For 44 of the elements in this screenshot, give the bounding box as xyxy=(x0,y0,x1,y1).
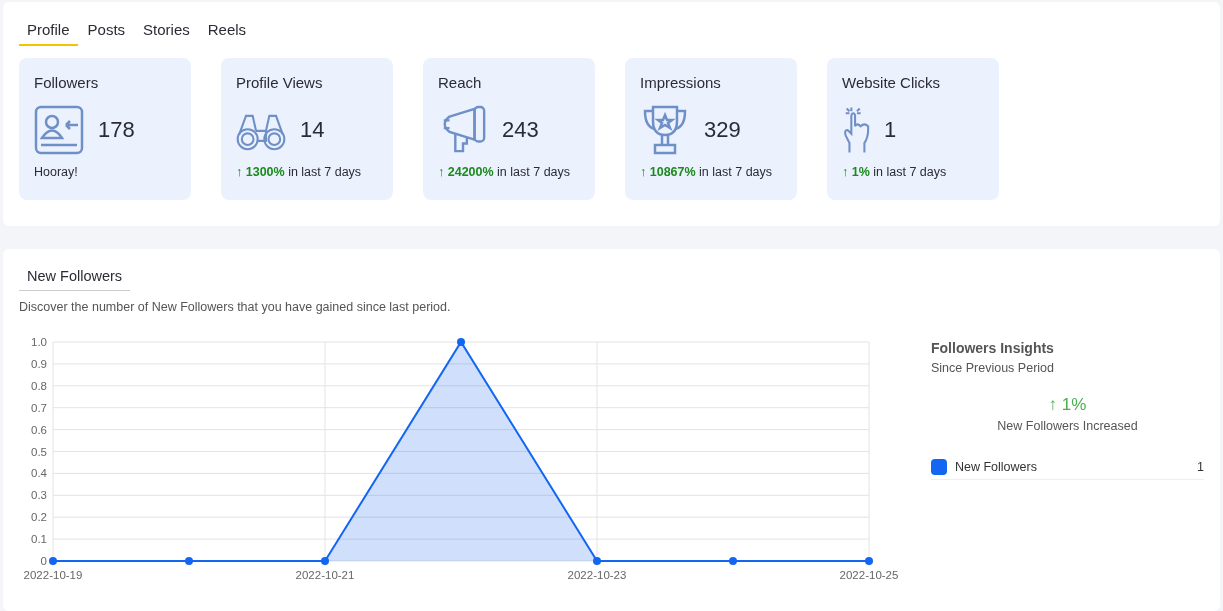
insights-caption: New Followers Increased xyxy=(997,419,1138,433)
x-tick-label: 2022-10-19 xyxy=(23,569,83,581)
stat-title: Profile Views xyxy=(236,74,324,91)
insights-title: Followers Insights xyxy=(931,340,1055,356)
legend-label: New Followers xyxy=(955,460,1038,474)
stat-value: 14 xyxy=(300,117,325,143)
change-text: ↑ 10867% in last 7 days xyxy=(640,165,774,179)
y-tick-label: 0.6 xyxy=(31,423,47,436)
y-tick-label: 0.4 xyxy=(31,467,47,480)
x-tick-label: 2022-10-23 xyxy=(567,569,627,581)
stat-value: 1 xyxy=(884,117,897,143)
y-tick-label: 1.0 xyxy=(31,336,47,348)
tab[interactable]: Profile xyxy=(19,18,78,46)
y-tick-label: 0.1 xyxy=(31,533,47,546)
stat-title: Website Clicks xyxy=(842,74,942,91)
section-description: Discover the number of New Followers that you have gained since last period. xyxy=(19,300,452,314)
tab[interactable]: Posts xyxy=(79,18,134,46)
stat-title: Reach xyxy=(438,74,483,91)
y-tick-label: 0.7 xyxy=(31,401,47,414)
y-tick-label: 0 xyxy=(40,555,47,567)
insights-subtitle: Since Previous Period xyxy=(931,361,1055,375)
y-tick-label: 0.5 xyxy=(31,445,47,458)
y-tick-label: 0.9 xyxy=(31,357,47,370)
insights-change: ↑ 1% xyxy=(1048,395,1087,415)
tapping-hand-icon xyxy=(842,105,870,155)
stat-title: Impressions xyxy=(640,74,722,91)
stat-value: 243 xyxy=(502,117,539,143)
y-tick-label: 0.2 xyxy=(31,511,47,524)
tab[interactable]: Reels xyxy=(199,18,255,46)
section-tab[interactable]: New Followers xyxy=(19,263,131,291)
x-tick-label: 2022-10-25 xyxy=(839,569,899,581)
legend-value: 1 xyxy=(1197,460,1204,474)
person-card-icon xyxy=(34,105,84,155)
y-tick-label: 0.8 xyxy=(31,379,47,392)
y-tick-label: 0.3 xyxy=(31,489,47,502)
change-text: ↑ 1300% in last 7 days xyxy=(236,165,363,179)
stat-value: 329 xyxy=(704,117,741,143)
x-tick-label: 2022-10-21 xyxy=(295,569,355,581)
stat-note: Hooray! xyxy=(34,165,79,179)
tab[interactable]: Stories xyxy=(135,18,198,46)
stat-title: Followers xyxy=(34,74,100,91)
stat-value: 178 xyxy=(98,117,135,143)
change-text: ↑ 24200% in last 7 days xyxy=(438,165,572,179)
change-text: ↑ 1% in last 7 days xyxy=(842,165,948,179)
